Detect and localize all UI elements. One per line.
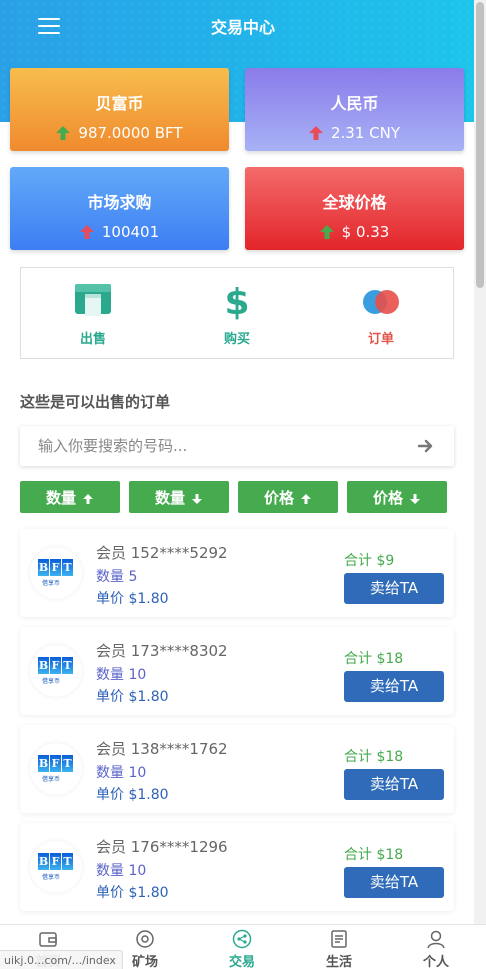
tab-life[interactable]: 生活	[299, 929, 379, 969]
search-input[interactable]	[38, 426, 418, 466]
bft-logo: BFT 借享币	[30, 645, 82, 697]
sort-label: 价格	[372, 488, 403, 507]
arrow-down-icon	[409, 491, 421, 504]
tab-profile[interactable]: 个人	[396, 929, 476, 969]
card-title: 人民币	[330, 94, 379, 113]
order-member: 会员 173****8302	[96, 642, 228, 660]
bft-logo: BFT 借享币	[30, 547, 82, 599]
order-card: BFT 借享币 会员 176****1296 数量 10 单价 $1.80 合计…	[20, 823, 454, 911]
tab-label: 交易	[228, 955, 255, 969]
buy-label: 购买	[223, 332, 250, 347]
arrow-up-icon	[300, 491, 312, 504]
document-icon	[329, 929, 349, 949]
card-cny[interactable]: 人民币 2.31 CNY	[245, 68, 464, 151]
order-quantity: 数量 10	[96, 765, 147, 781]
user-icon	[426, 929, 446, 949]
orders-icon	[361, 280, 401, 320]
order-unit-price: 单价 $1.80	[96, 689, 169, 705]
order-member: 会员 138****1762	[96, 740, 228, 758]
tab-trade[interactable]: 交易	[202, 929, 282, 969]
buy-action[interactable]: $ 购买	[187, 280, 287, 347]
compass-icon	[135, 929, 155, 949]
action-panel: 出售 $ 购买 订单	[20, 267, 454, 359]
dollar-icon: $	[217, 280, 257, 323]
sell-to-button[interactable]: 卖给TA	[344, 573, 444, 604]
sort-label: 数量	[45, 488, 76, 507]
card-value: 987.0000 BFT	[78, 124, 183, 142]
card-market-demand[interactable]: 市场求购 100401	[10, 167, 229, 250]
order-unit-price: 单价 $1.80	[96, 885, 169, 901]
svg-text:$: $	[224, 282, 249, 320]
order-total: 合计 $18	[344, 651, 404, 667]
sort-label: 价格	[263, 488, 294, 507]
tab-label: 生活	[325, 955, 352, 969]
card-title: 市场求购	[87, 193, 152, 212]
orders-action[interactable]: 订单	[331, 280, 431, 347]
card-global-price[interactable]: 全球价格 $ 0.33	[245, 167, 464, 250]
card-bft-balance[interactable]: 贝富币 987.0000 BFT	[10, 68, 229, 151]
sell-label: 出售	[79, 332, 106, 347]
arrow-up-icon	[319, 225, 334, 239]
order-member: 会员 176****1296	[96, 838, 228, 856]
scrollbar-thumb[interactable]	[476, 2, 484, 288]
order-quantity: 数量 10	[96, 667, 147, 683]
sort-label: 数量	[154, 488, 185, 507]
sort-qty-desc-button[interactable]: 数量	[129, 481, 229, 513]
order-card: BFT 借享币 会员 173****8302 数量 10 单价 $1.80 合计…	[20, 627, 454, 715]
page-title: 交易中心	[210, 18, 275, 37]
order-member: 会员 152****5292	[96, 544, 228, 562]
sell-action[interactable]: 出售	[43, 280, 143, 347]
search-box	[20, 426, 454, 466]
sell-to-button[interactable]: 卖给TA	[344, 867, 444, 898]
tab-label: 个人	[422, 955, 449, 969]
sort-price-desc-button[interactable]: 价格	[347, 481, 447, 513]
arrow-up-icon	[308, 126, 323, 140]
bft-logo: BFT 借享币	[30, 743, 82, 795]
sell-to-button[interactable]: 卖给TA	[344, 769, 444, 800]
arrow-up-icon	[82, 491, 94, 504]
arrow-up-icon	[79, 225, 94, 239]
sell-to-button[interactable]: 卖给TA	[344, 671, 444, 702]
order-total: 合计 $18	[344, 749, 404, 765]
order-card: BFT 借享币 会员 152****5292 数量 5 单价 $1.80 合计 …	[20, 529, 454, 617]
wallet-icon	[38, 929, 58, 949]
card-value: 2.31 CNY	[330, 124, 401, 142]
arrow-right-icon[interactable]	[417, 438, 434, 454]
status-url-tooltip: uikj.0...com/.../index	[0, 950, 123, 969]
sell-icon	[73, 280, 113, 320]
card-title: 贝富币	[95, 94, 144, 113]
orders-label: 订单	[367, 332, 394, 347]
order-card: BFT 借享币 会员 138****1762 数量 10 单价 $1.80 合计…	[20, 725, 454, 813]
arrow-up-icon	[56, 126, 71, 140]
share-icon	[232, 929, 252, 949]
order-quantity: 数量 10	[96, 863, 147, 879]
order-quantity: 数量 5	[96, 569, 138, 585]
order-total: 合计 $18	[344, 847, 404, 863]
card-value: $ 0.33	[341, 223, 390, 241]
section-title: 这些是可以出售的订单	[20, 393, 171, 411]
sort-qty-asc-button[interactable]: 数量	[20, 481, 120, 513]
scrollbar[interactable]	[474, 0, 486, 927]
card-value: 100401	[101, 223, 160, 241]
card-title: 全球价格	[322, 193, 387, 212]
order-unit-price: 单价 $1.80	[96, 787, 169, 803]
sort-price-asc-button[interactable]: 价格	[238, 481, 338, 513]
order-total: 合计 $9	[344, 553, 395, 569]
bft-logo: BFT 借享币	[30, 841, 82, 893]
order-unit-price: 单价 $1.80	[96, 591, 169, 607]
arrow-down-icon	[191, 491, 203, 504]
